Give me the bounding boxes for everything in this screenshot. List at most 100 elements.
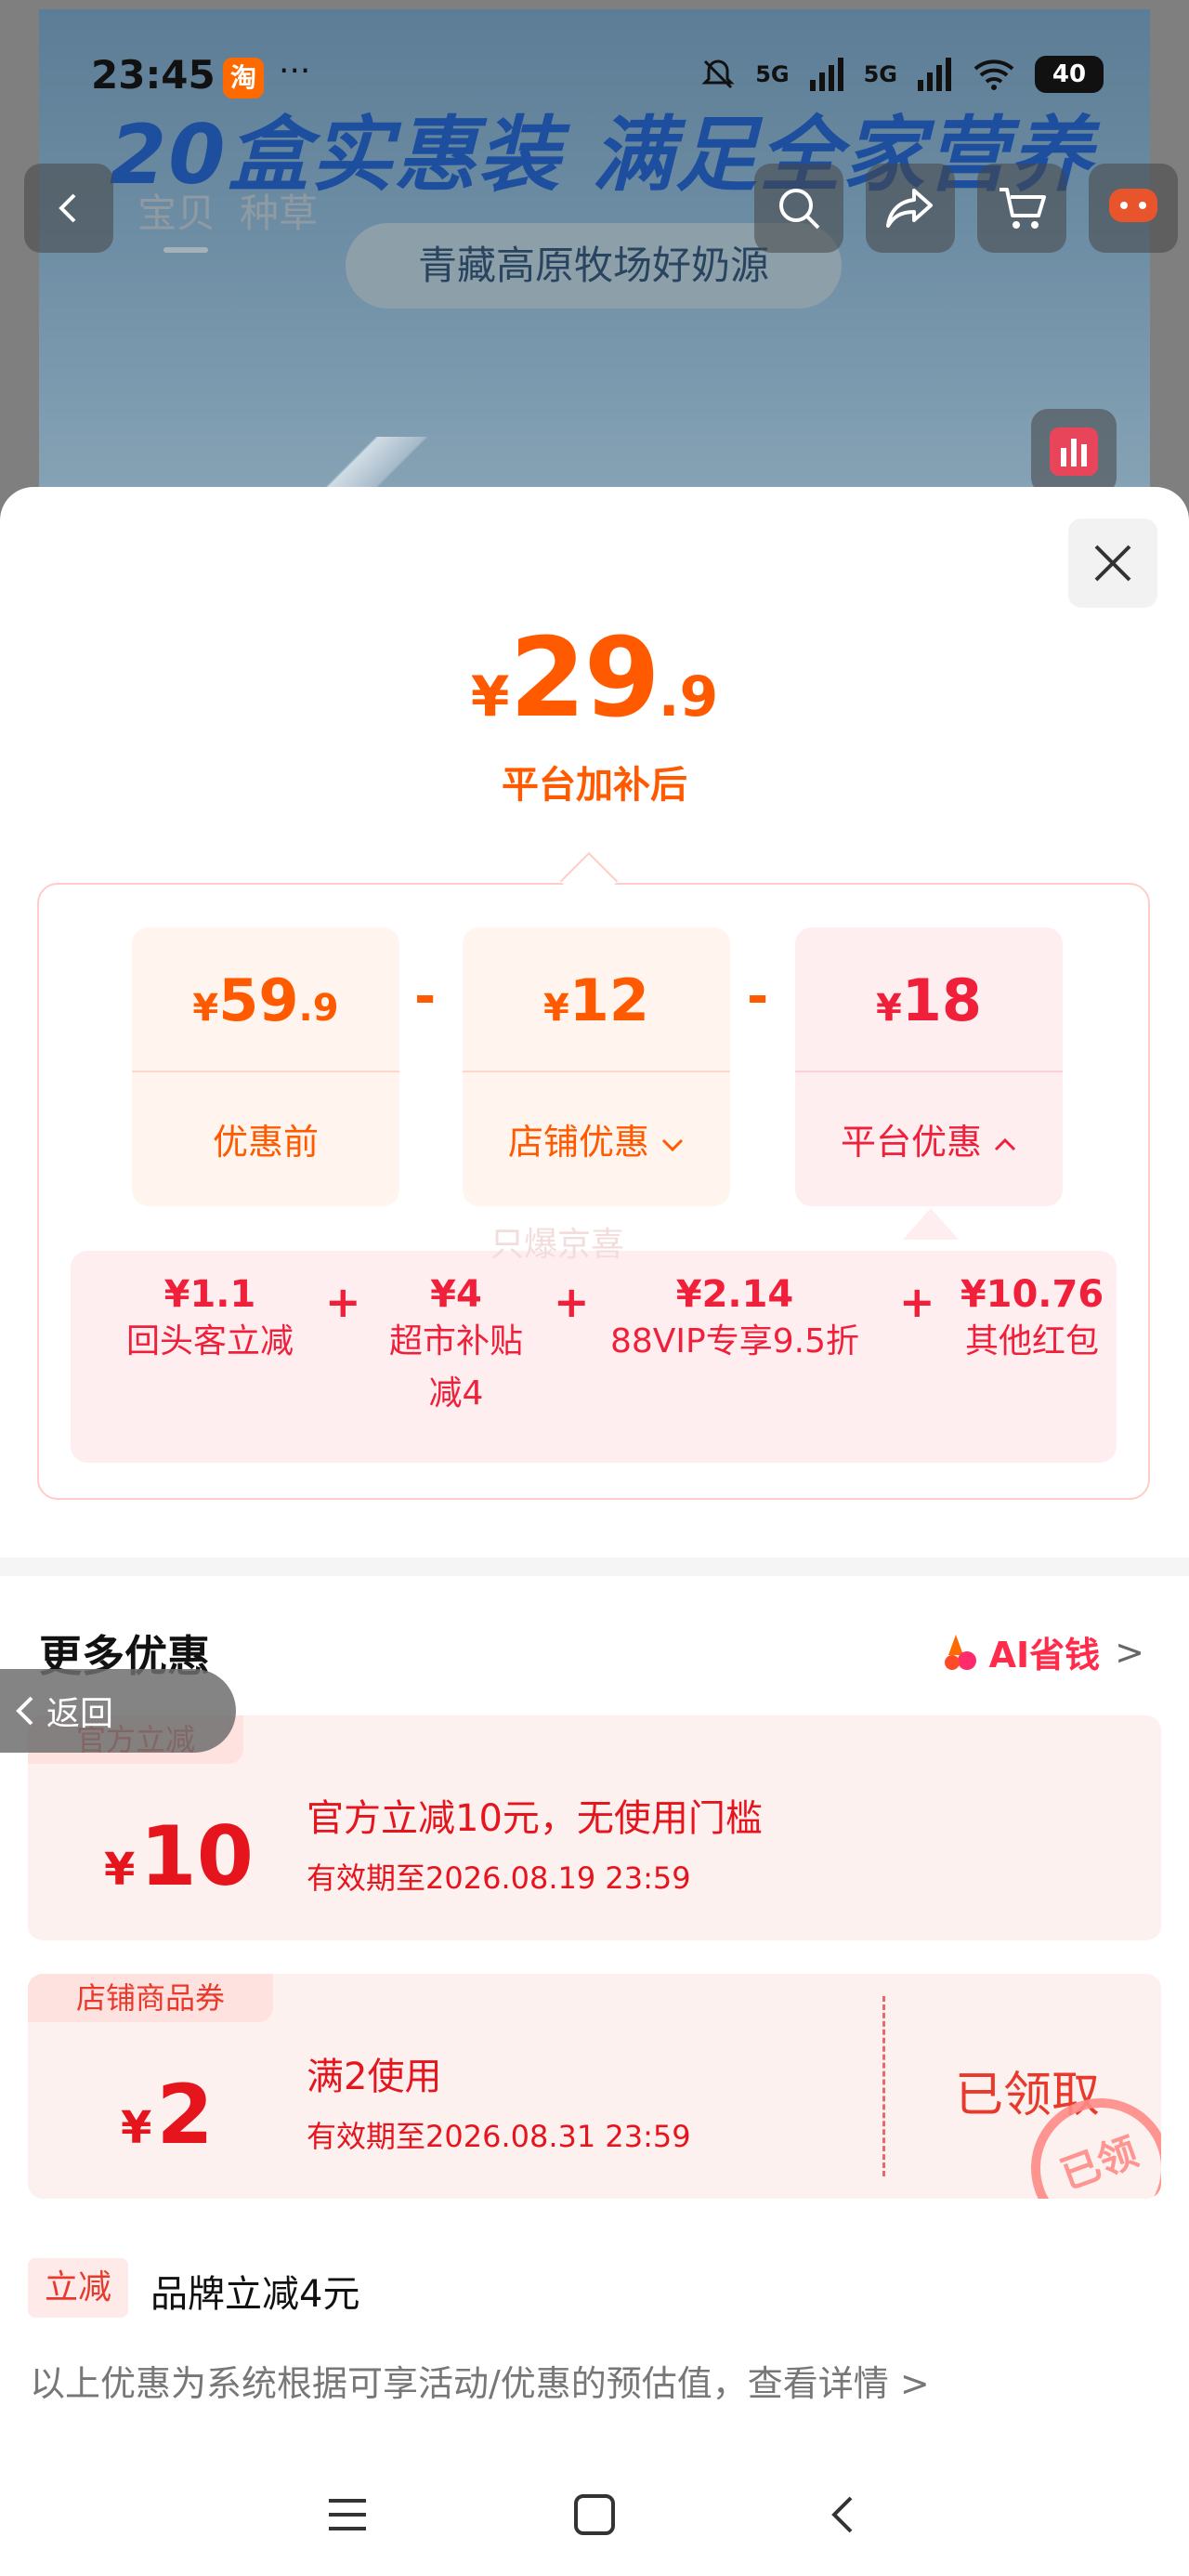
minus-operator: - bbox=[414, 966, 437, 1027]
share-button[interactable] bbox=[866, 164, 955, 253]
coupon-value: 10 bbox=[139, 1808, 254, 1904]
subsidy-amount: ¥10.76 bbox=[960, 1273, 1104, 1316]
card-divider bbox=[463, 1071, 730, 1072]
subsidy-desc: 其他红包 bbox=[964, 1322, 1099, 1360]
coupon-title: 满2使用 bbox=[307, 2056, 442, 2098]
final-price-currency: ¥ bbox=[470, 664, 510, 729]
subsidy-amount: ¥1.1 bbox=[163, 1273, 256, 1316]
subsidy-desc-line2: 减4 bbox=[428, 1374, 484, 1413]
card-label: 平台优惠 bbox=[795, 1113, 1063, 1164]
coupon-amount: ¥ 2 bbox=[121, 2067, 214, 2162]
product-tabs: 宝贝 种草 bbox=[137, 182, 318, 239]
coupon-title: 官方立减10元，无使用门槛 bbox=[307, 1797, 763, 1840]
menu-icon bbox=[329, 2499, 366, 2530]
battery-indicator: 40 bbox=[1035, 56, 1104, 93]
card-label: 店铺优惠 bbox=[463, 1113, 730, 1164]
taobao-app-icon: 淘 bbox=[223, 58, 264, 99]
menu-button[interactable] bbox=[320, 2487, 375, 2543]
platform-discount-card[interactable]: ¥18 平台优惠 bbox=[795, 927, 1063, 1206]
cart-icon bbox=[1000, 188, 1046, 229]
subsidy-desc: 超市补贴 bbox=[388, 1322, 523, 1360]
tab-zhongcao[interactable]: 种草 bbox=[240, 182, 318, 239]
coupon-separator bbox=[882, 1996, 885, 2176]
ai-save-link[interactable]: AI省钱 > bbox=[939, 1626, 1144, 1677]
subsidy-amount: ¥4 bbox=[430, 1273, 482, 1316]
chevron-down-icon bbox=[661, 1138, 684, 1152]
subsidy-desc: 88VIP专享9.5折 bbox=[609, 1322, 859, 1360]
tab-indicator bbox=[163, 247, 208, 253]
more-notifications-icon: ··· bbox=[279, 52, 311, 90]
final-price: ¥29.9 bbox=[0, 613, 1189, 742]
chevron-left-icon bbox=[831, 2496, 853, 2533]
card-divider bbox=[132, 1071, 399, 1072]
ai-save-label: AI省钱 bbox=[988, 1635, 1101, 1676]
system-back-button[interactable] bbox=[814, 2487, 869, 2543]
card-integer: 18 bbox=[901, 966, 983, 1034]
card-currency: ¥ bbox=[542, 987, 569, 1030]
card-currency: ¥ bbox=[875, 987, 902, 1030]
chevron-up-icon bbox=[994, 1137, 1016, 1151]
chat-bubble-icon bbox=[1109, 189, 1157, 222]
home-square-icon bbox=[574, 2494, 615, 2535]
coupon-currency: ¥ bbox=[104, 1844, 136, 1896]
floating-back-label: 返回 bbox=[46, 1695, 114, 1733]
floating-back-button[interactable]: 返回 bbox=[0, 1669, 236, 1753]
coupon-value: 2 bbox=[156, 2067, 214, 2162]
card-decimal: .9 bbox=[298, 987, 339, 1030]
coupon-expiry: 有效期至2026.08.19 23:59 bbox=[307, 1860, 691, 1896]
watermark-text: 只爆京喜 bbox=[490, 1226, 625, 1264]
ai-sparkle-icon bbox=[944, 1634, 976, 1670]
network-label: 5G bbox=[755, 61, 790, 87]
subsidy-item: ¥4 超市补贴 减4 bbox=[359, 1273, 554, 1420]
wifi-icon bbox=[973, 59, 1014, 90]
status-bar: 23:45 淘 ··· 5G 5G 40 bbox=[0, 52, 1189, 104]
original-price-card: ¥59.9 优惠前 bbox=[132, 927, 399, 1206]
card-label-text: 店铺优惠 bbox=[507, 1122, 649, 1163]
final-price-integer: 29 bbox=[509, 613, 660, 742]
status-time: 23:45 bbox=[91, 52, 216, 98]
chevron-left-icon bbox=[16, 1696, 33, 1726]
coupon-currency: ¥ bbox=[121, 2102, 152, 2154]
subsidy-item: ¥2.14 88VIP专享9.5折 bbox=[600, 1273, 869, 1368]
bar-chart-icon bbox=[1050, 427, 1098, 476]
card-integer: 12 bbox=[568, 966, 650, 1034]
store-discount-card[interactable]: ¥12 店铺优惠 bbox=[463, 927, 730, 1206]
coupon-tag: 店铺商品券 bbox=[28, 1974, 274, 2022]
coupon-card[interactable]: 店铺商品券 ¥ 2 满2使用 有效期至2026.08.31 23:59 已领取 … bbox=[28, 1974, 1161, 2199]
subsidy-item: ¥1.1 回头客立减 bbox=[108, 1273, 312, 1368]
home-button[interactable] bbox=[567, 2487, 622, 2543]
chevron-left-icon bbox=[59, 193, 76, 223]
subsidy-desc: 回头客立减 bbox=[125, 1322, 294, 1360]
final-price-decimal: .9 bbox=[658, 664, 719, 729]
signal-icon-2 bbox=[918, 58, 951, 91]
product-page-background: 20盒实惠装 满足全家营养 青藏高原牧场好奶源 23:45 淘 ··· 5G 5… bbox=[0, 0, 1189, 520]
back-button[interactable] bbox=[24, 164, 113, 253]
search-button[interactable] bbox=[754, 164, 843, 253]
tab-baobei[interactable]: 宝贝 bbox=[137, 182, 216, 239]
system-navigation-bar bbox=[0, 2446, 1189, 2576]
card-label-text: 平台优惠 bbox=[840, 1122, 982, 1163]
section-divider bbox=[0, 1557, 1189, 1576]
card-currency: ¥ bbox=[192, 987, 219, 1030]
cart-button[interactable] bbox=[977, 164, 1066, 253]
plus-operator: + bbox=[899, 1277, 935, 1327]
instant-discount-text: 品牌立减4元 bbox=[150, 2273, 360, 2316]
chevron-right-icon: > bbox=[1115, 1631, 1144, 1673]
network-label-2: 5G bbox=[863, 61, 897, 87]
coupon-expiry: 有效期至2026.08.31 23:59 bbox=[307, 2119, 691, 2154]
footnote-details-link[interactable]: 以上优惠为系统根据可享活动/优惠的预估值，查看详情 > bbox=[30, 2355, 930, 2406]
card-label: 优惠前 bbox=[212, 1122, 319, 1163]
plus-operator: + bbox=[554, 1277, 590, 1327]
instant-discount-tag: 立减 bbox=[28, 2258, 129, 2318]
stats-button[interactable] bbox=[1031, 409, 1117, 494]
final-price-label: 平台加补后 bbox=[502, 764, 687, 807]
close-button[interactable] bbox=[1068, 519, 1157, 608]
status-indicators: 5G 5G 40 bbox=[699, 56, 1104, 93]
customer-service-button[interactable] bbox=[1089, 164, 1178, 253]
subsidy-amount: ¥2.14 bbox=[675, 1273, 794, 1316]
card-integer: 59 bbox=[218, 966, 299, 1034]
coupon-amount: ¥ 10 bbox=[104, 1808, 254, 1904]
subsidy-item: ¥10.76 其他红包 bbox=[953, 1273, 1111, 1368]
close-icon bbox=[1094, 545, 1131, 582]
card-divider bbox=[795, 1071, 1063, 1072]
